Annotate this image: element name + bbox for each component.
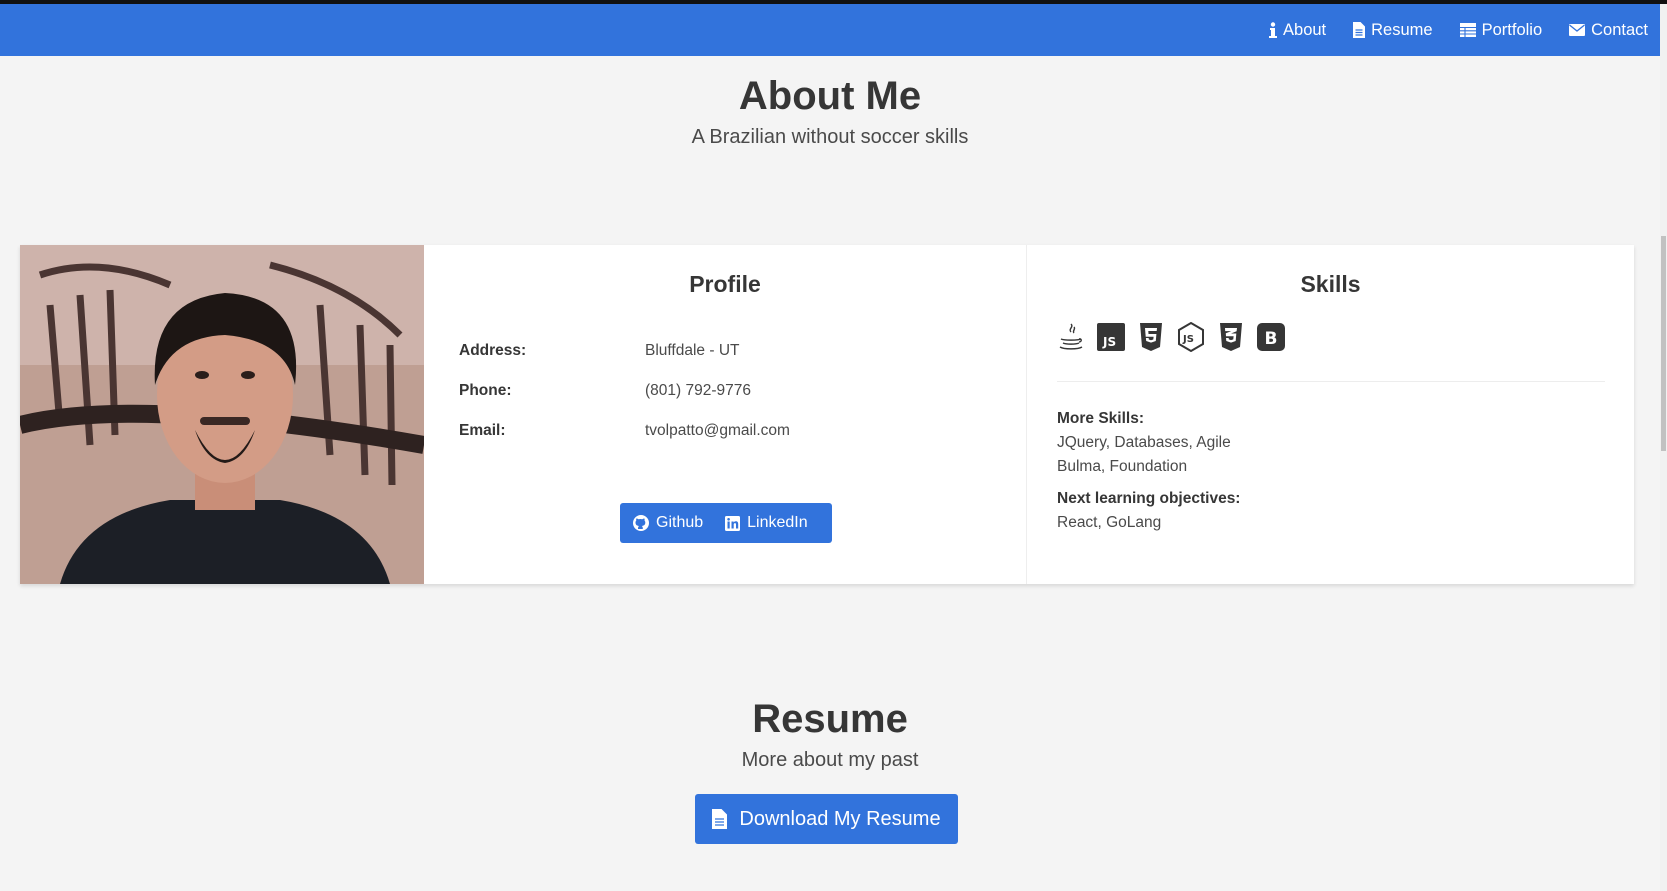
- skills-column: Skills JS JS B More Skills: JQuery, Data…: [1027, 245, 1634, 584]
- svg-text:JS: JS: [1102, 335, 1116, 349]
- bootstrap-icon: B: [1257, 322, 1285, 352]
- next-objectives-label: Next learning objectives:: [1057, 490, 1241, 507]
- html5-icon: [1137, 322, 1165, 352]
- table-icon: [1459, 23, 1476, 37]
- phone-row: Phone: (801) 792-9776: [459, 382, 751, 400]
- file-icon: [1353, 22, 1366, 38]
- css3-icon: [1217, 322, 1245, 352]
- address-value: Bluffdale - UT: [645, 342, 740, 359]
- github-label: Github: [656, 514, 704, 531]
- social-buttons: Github LinkedIn: [620, 503, 832, 543]
- info-icon: [1269, 22, 1278, 38]
- nav-label: Portfolio: [1481, 20, 1543, 39]
- nav-item-resume[interactable]: Resume: [1353, 20, 1433, 40]
- skills-divider: [1057, 381, 1605, 382]
- file-icon: [712, 809, 728, 829]
- more-skills-label: More Skills:: [1057, 410, 1144, 427]
- skills-title: Skills: [1300, 271, 1361, 297]
- nodejs-icon: JS: [1177, 322, 1205, 352]
- profile-title: Profile: [689, 271, 761, 297]
- envelope-icon: [1569, 24, 1586, 36]
- address-label: Address:: [459, 342, 527, 359]
- nav-item-contact[interactable]: Contact: [1569, 21, 1648, 40]
- resume-subtitle: More about my past: [741, 749, 919, 771]
- nav-label: Contact: [1591, 20, 1648, 39]
- about-title: About Me: [738, 74, 922, 118]
- linkedin-icon: [725, 515, 741, 531]
- phone-value: (801) 792-9776: [645, 382, 751, 399]
- profile-column: Profile Address: Bluffdale - UT Phone: (…: [424, 245, 1027, 584]
- svg-text:B: B: [1265, 329, 1278, 349]
- nav-item-about[interactable]: About: [1269, 21, 1326, 40]
- email-row: Email: tvolpatto@gmail.com: [459, 422, 790, 440]
- email-label: Email:: [459, 422, 506, 439]
- javascript-icon: JS: [1097, 322, 1125, 352]
- linkedin-label: LinkedIn: [747, 514, 808, 531]
- nav-label: About: [1283, 20, 1327, 39]
- nav-label: Resume: [1371, 20, 1433, 39]
- skill-icons: JS JS B: [1057, 322, 1297, 352]
- github-button[interactable]: Github: [633, 514, 703, 532]
- linkedin-button[interactable]: LinkedIn: [725, 514, 808, 532]
- github-icon: [633, 515, 649, 531]
- resume-title: Resume: [752, 697, 908, 741]
- navbar: About Resume Portfolio Contact: [0, 4, 1660, 56]
- svg-text:JS: JS: [1182, 334, 1194, 345]
- about-card: Profile Address: Bluffdale - UT Phone: (…: [20, 245, 1634, 584]
- email-value: tvolpatto@gmail.com: [645, 422, 790, 439]
- java-icon: [1057, 322, 1085, 352]
- more-skills-line: Bulma, Foundation: [1057, 458, 1188, 475]
- scrollbar-thumb[interactable]: [1661, 236, 1666, 451]
- download-resume-label: Download My Resume: [739, 807, 941, 830]
- nav-item-portfolio[interactable]: Portfolio: [1459, 20, 1543, 40]
- phone-label: Phone:: [459, 382, 512, 399]
- profile-photo: [20, 245, 424, 584]
- next-objectives-value: React, GoLang: [1057, 514, 1162, 531]
- address-row: Address: Bluffdale - UT: [459, 342, 739, 360]
- download-resume-button[interactable]: Download My Resume: [695, 794, 958, 844]
- about-subtitle: A Brazilian without soccer skills: [691, 126, 969, 148]
- more-skills-line: JQuery, Databases, Agile: [1057, 434, 1231, 451]
